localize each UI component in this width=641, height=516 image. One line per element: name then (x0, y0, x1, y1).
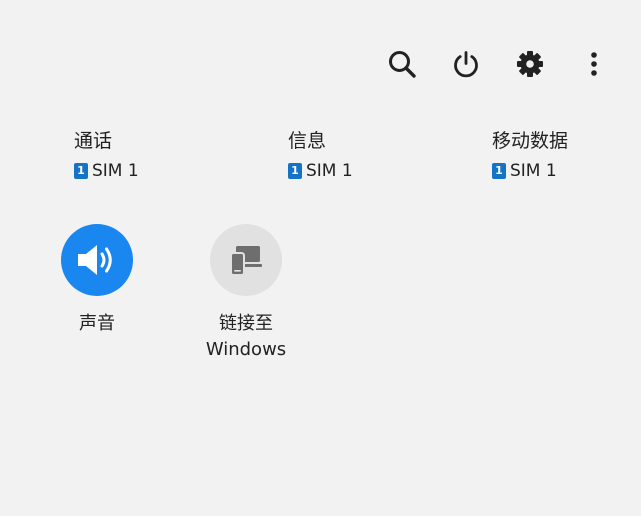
volume-icon (78, 245, 112, 275)
sim-shortcut-call[interactable]: 通话 1 SIM 1 (74, 128, 139, 183)
sim-shortcut-title: 通话 (74, 130, 113, 152)
sim-indicator: 1 SIM 1 (74, 159, 139, 183)
link-to-windows-icon (230, 246, 262, 276)
sound-toggle-button[interactable] (61, 224, 133, 296)
power-button[interactable] (446, 44, 486, 84)
sim-indicator: 1 SIM 1 (492, 159, 568, 183)
sim-label: SIM 1 (510, 161, 557, 181)
sim-shortcut-title: 移动数据 (492, 130, 569, 152)
search-button[interactable] (382, 44, 422, 84)
sim-card-icon: 1 (288, 163, 302, 179)
search-icon (389, 51, 416, 78)
link-to-windows-tile-label: 链接至 Windows (206, 311, 286, 363)
more-vertical-icon (591, 52, 597, 76)
sim-indicator: 1 SIM 1 (288, 159, 353, 183)
sim-shortcut-mobile-data[interactable]: 移动数据 1 SIM 1 (492, 128, 568, 183)
link-to-windows-label-line2: Windows (205, 339, 287, 360)
sim-label: SIM 1 (92, 161, 139, 181)
power-icon (454, 51, 478, 78)
sound-tile-label: 声音 (79, 313, 115, 334)
settings-button[interactable] (510, 44, 550, 84)
link-to-windows-label-line1: 链接至 (218, 313, 273, 334)
sim-card-icon: 1 (492, 163, 506, 179)
sim-card-icon: 1 (74, 163, 88, 179)
settings-gear-icon (517, 51, 543, 77)
sim-shortcut-messages[interactable]: 信息 1 SIM 1 (288, 128, 353, 183)
more-options-button[interactable] (574, 44, 614, 84)
link-to-windows-toggle-button[interactable] (210, 224, 282, 296)
sim-label: SIM 1 (306, 161, 353, 181)
sound-tile: 声音 (22, 224, 172, 337)
sim-shortcut-title: 信息 (288, 130, 327, 152)
link-to-windows-tile: 链接至 Windows (171, 224, 321, 363)
